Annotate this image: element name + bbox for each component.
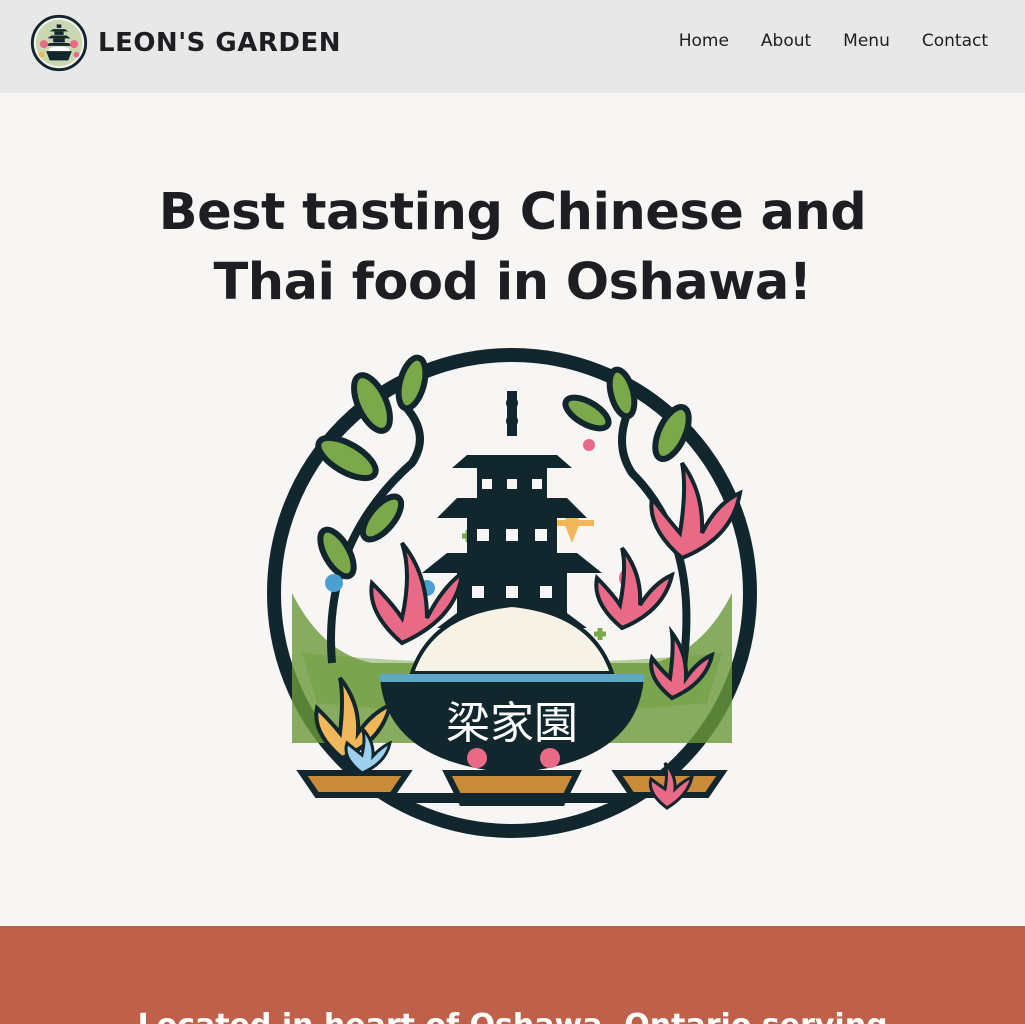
nav-home-link[interactable]: Home	[679, 31, 729, 51]
location-text: Located in heart of Oshawa, Ontario serv…	[0, 1008, 1025, 1024]
hero-title: Best tasting Chinese and Thai food in Os…	[158, 183, 867, 312]
nav-menu-link[interactable]: Menu	[843, 31, 890, 51]
hero-section: Best tasting Chinese and Thai food in Os…	[0, 93, 1025, 926]
nav-about-link[interactable]: About	[761, 31, 811, 51]
pagoda-rice-bowl-logo-icon: 梁家園	[267, 348, 757, 838]
brand[interactable]: LEON'S GARDEN	[30, 13, 341, 73]
lotus-right-mid	[594, 546, 675, 631]
nav-contact-link[interactable]: Contact	[922, 31, 988, 51]
brand-name: LEON'S GARDEN	[98, 28, 342, 58]
main-nav: Home About Menu Contact	[679, 31, 988, 51]
site-header: LEON'S GARDEN Home About Menu Contact	[0, 0, 1025, 93]
location-band: Located in heart of Oshawa, Ontario serv…	[0, 926, 1025, 1024]
bowl-text: 梁家園	[446, 698, 578, 749]
pagoda-logo-icon	[30, 14, 88, 72]
